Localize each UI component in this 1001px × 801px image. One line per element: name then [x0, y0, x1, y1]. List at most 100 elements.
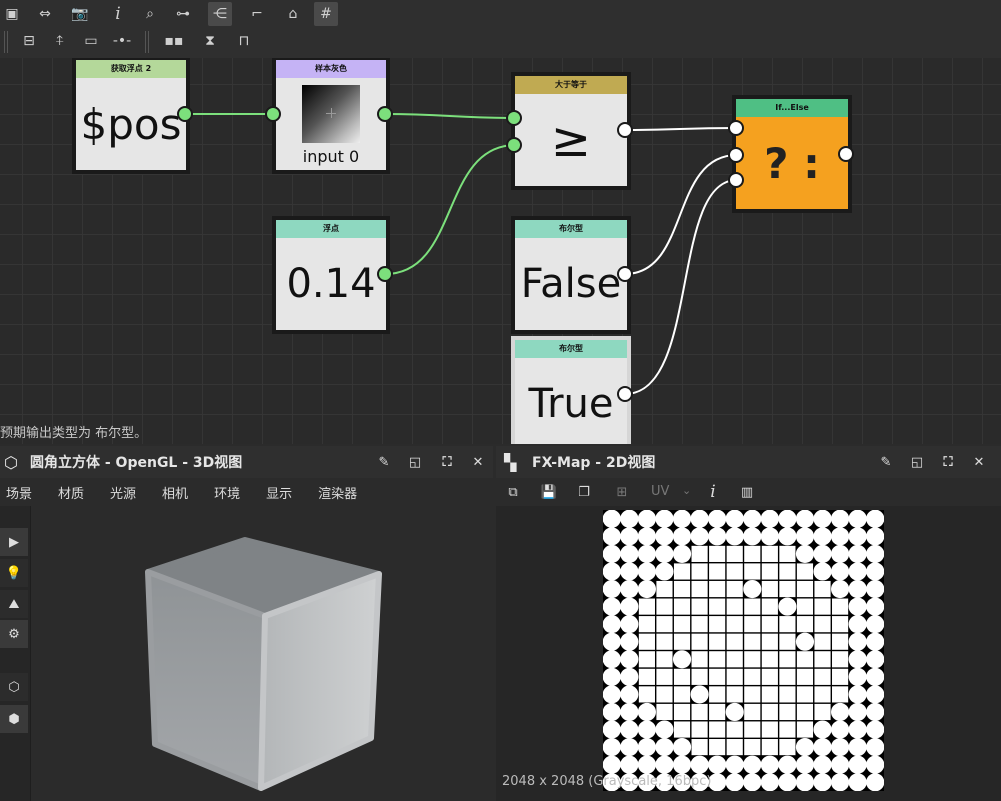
float-window-icon[interactable]: ◱: [406, 453, 424, 471]
node-graph[interactable]: 获取浮点 2 $pos 样本灰色 input 0 浮点 0.14 大于等于 ≥ …: [0, 58, 1001, 444]
frame-node-icon[interactable]: ⊟: [17, 29, 41, 53]
display-tool-icon[interactable]: ⚙: [0, 620, 28, 648]
output-port[interactable]: [617, 266, 633, 282]
connector-icon[interactable]: ⌐: [245, 2, 269, 26]
node-header: 大于等于: [515, 76, 627, 94]
menu-item-lights[interactable]: 光源: [110, 483, 136, 502]
camera-icon[interactable]: 📷: [68, 2, 92, 26]
input-port[interactable]: [728, 172, 744, 188]
chain-icon[interactable]: ▪▪: [162, 29, 186, 53]
3d-viewport[interactable]: [31, 506, 493, 801]
output-port[interactable]: [377, 106, 393, 122]
node-value: False: [515, 238, 627, 330]
input-port[interactable]: [728, 120, 744, 136]
node-greater-equal[interactable]: 大于等于 ≥: [511, 72, 631, 190]
node-if-else[interactable]: If...Else ? :: [732, 95, 852, 213]
menu-item-material[interactable]: 材质: [58, 483, 84, 502]
node-value: ? :: [736, 117, 848, 209]
wireframe-icon[interactable]: ⬡: [0, 673, 28, 701]
graph-status-text: 预期输出类型为 布尔型。: [0, 426, 148, 441]
node-value: 0.14: [276, 238, 386, 330]
grid-snap-icon[interactable]: #: [314, 2, 338, 26]
2d-viewport[interactable]: 2048 x 2048 (Grayscale, 16bpc): [496, 506, 1001, 801]
light-tool-icon[interactable]: 💡: [0, 559, 28, 587]
toolbar-separator: [145, 31, 149, 53]
rounded-cube-render: [145, 537, 382, 791]
dot-node-icon[interactable]: -•-: [110, 29, 134, 53]
output-port[interactable]: [617, 122, 633, 138]
connection-wire: [384, 113, 517, 119]
node-bool-false[interactable]: 布尔型 False: [511, 216, 631, 334]
pin-node-icon[interactable]: ⍏: [48, 29, 72, 53]
info-icon[interactable]: i: [704, 482, 722, 502]
checker-icon: ▚: [504, 452, 517, 472]
main-toolbar: ▣ ⇔ 📷 i ⌕ ⊶ ⋲ ⌐ ⌂ #: [0, 0, 1001, 27]
close-icon[interactable]: ✕: [970, 453, 988, 471]
float-window-icon[interactable]: ◱: [908, 453, 926, 471]
align-icon[interactable]: ⊶: [171, 2, 195, 26]
panel-2d-view: ▚ FX-Map - 2D视图 ✎ ◱ ⛶ ✕ ⧉ 💾 ❐ ⊞ UV ⌄ i ▥…: [496, 446, 1001, 801]
node-header: 获取浮点 2: [76, 60, 186, 78]
fx-map-preview: [603, 510, 884, 791]
menu-item-environment[interactable]: 环境: [214, 483, 240, 502]
menu-item-camera[interactable]: 相机: [162, 483, 188, 502]
cube-icon: ⬡: [4, 452, 18, 472]
output-port[interactable]: [177, 106, 193, 122]
fit-view-icon[interactable]: ⇔: [33, 2, 57, 26]
copy-icon[interactable]: ❐: [575, 483, 593, 501]
panel-title: FX-Map - 2D视图: [532, 455, 656, 471]
pin-icon[interactable]: ✎: [877, 453, 895, 471]
secondary-toolbar: ⊟ ⍏ ▭ -•- ▪▪ ⧗ ⊓: [0, 27, 1001, 59]
input-port[interactable]: [506, 110, 522, 126]
comment-icon[interactable]: ▭: [79, 29, 103, 53]
panel-title-bar: ▚ FX-Map - 2D视图 ✎ ◱ ⛶ ✕: [496, 446, 1001, 478]
camera-tool-icon[interactable]: ▶: [0, 528, 28, 556]
info-icon[interactable]: i: [106, 2, 130, 26]
node-body: input 0: [276, 78, 386, 170]
panel-title-bar: ⬡ 圆角立方体 - OpenGL - 3D视图 ✎ ◱ ⛶ ✕: [0, 446, 493, 478]
node-header: 布尔型: [515, 340, 627, 358]
maximize-icon[interactable]: ⛶: [939, 453, 957, 471]
node-header: 样本灰色: [276, 60, 386, 78]
menu-item-renderer[interactable]: 渲染器: [318, 483, 357, 502]
toolbar-separator: [4, 31, 8, 53]
close-icon[interactable]: ✕: [469, 453, 487, 471]
connection-wire: [624, 127, 738, 131]
frame-icon[interactable]: ▣: [0, 2, 24, 26]
pin-icon[interactable]: ✎: [375, 453, 393, 471]
layout-graph-icon[interactable]: ⋲: [208, 2, 232, 26]
menu-item-display[interactable]: 显示: [266, 483, 292, 502]
solid-cube-icon[interactable]: ⬢: [0, 705, 28, 733]
maximize-icon[interactable]: ⛶: [438, 453, 456, 471]
clean-icon[interactable]: ⌂: [281, 2, 305, 26]
input-port[interactable]: [265, 106, 281, 122]
node-value: True: [515, 358, 627, 444]
tiling-icon[interactable]: ⊞: [613, 483, 631, 501]
environment-tool-icon[interactable]: ⛰: [0, 590, 28, 618]
connection-wire: [384, 144, 517, 275]
output-port[interactable]: [838, 146, 854, 162]
panel-title: 圆角立方体 - OpenGL - 3D视图: [30, 455, 243, 471]
output-port[interactable]: [377, 266, 393, 282]
chevron-down-icon[interactable]: ⌄: [682, 484, 691, 497]
node-bool-true[interactable]: 布尔型 True: [511, 336, 631, 444]
output-port[interactable]: [617, 386, 633, 402]
branch-icon[interactable]: ⊓: [232, 29, 256, 53]
save-icon[interactable]: 💾: [540, 483, 558, 501]
node-sample-gray[interactable]: 样本灰色 input 0: [272, 58, 390, 174]
search-icon[interactable]: ⌕: [138, 2, 162, 26]
node-input-label: input 0: [302, 146, 360, 166]
node-get-float[interactable]: 获取浮点 2 $pos: [72, 58, 190, 174]
viewport-side-toolbar: ▶ 💡 ⛰ ⚙ ⬡ ⬢: [0, 506, 31, 801]
view-options-icon[interactable]: ⧉: [504, 483, 522, 501]
node-value: ≥: [515, 94, 627, 186]
stack-icon[interactable]: ⧗: [198, 29, 222, 53]
image-size-label: 2048 x 2048 (Grayscale, 16bpc): [502, 774, 712, 789]
histogram-icon[interactable]: ▥: [738, 483, 756, 501]
uv-toggle[interactable]: UV: [651, 484, 669, 499]
node-float[interactable]: 浮点 0.14: [272, 216, 390, 334]
input-port[interactable]: [728, 147, 744, 163]
node-header: 浮点: [276, 220, 386, 238]
input-port[interactable]: [506, 137, 522, 153]
menu-item-scene[interactable]: 场景: [6, 483, 32, 502]
